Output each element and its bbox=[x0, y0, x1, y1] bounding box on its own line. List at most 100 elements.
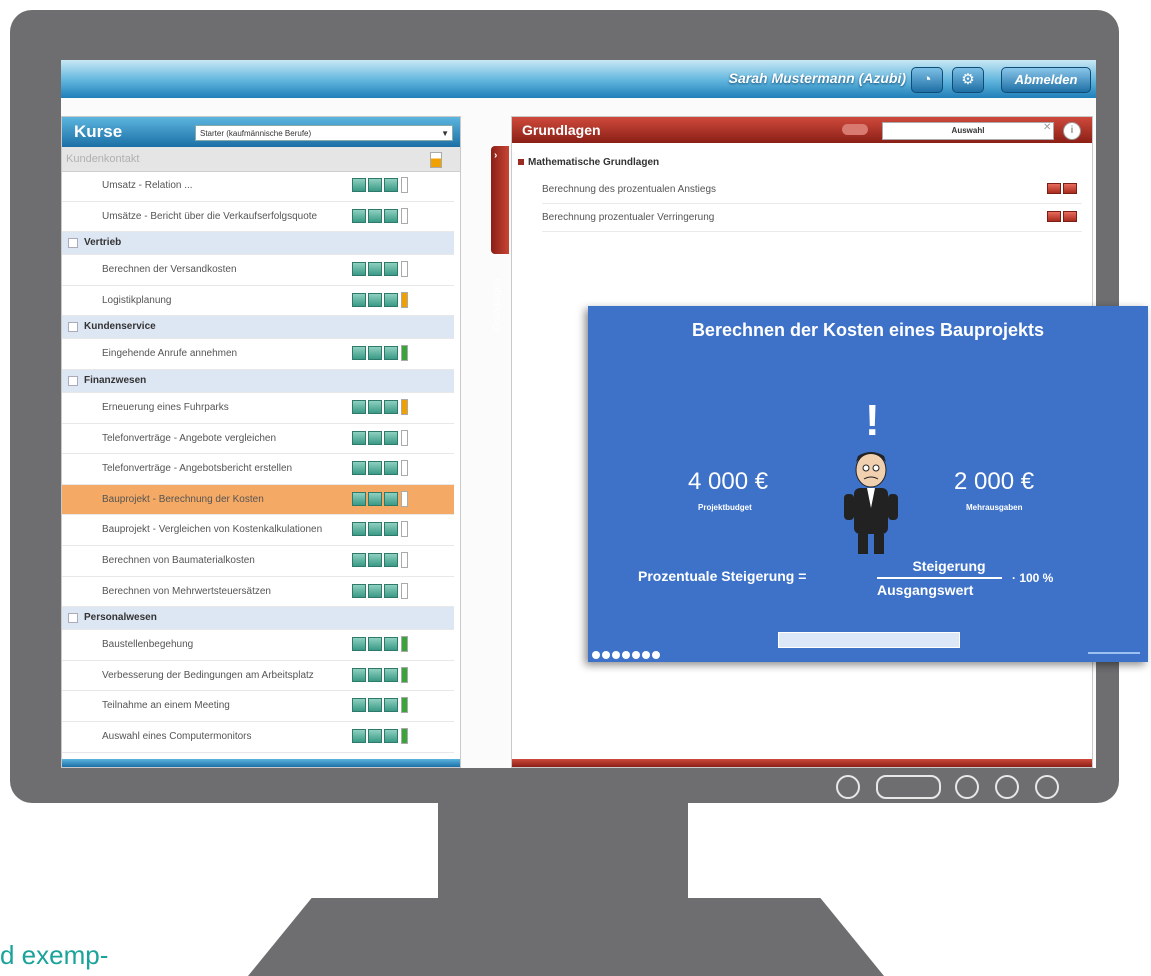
lesson-row[interactable]: Telefonverträge - Angebote vergleichen bbox=[62, 424, 454, 455]
player-control-icon[interactable] bbox=[622, 651, 630, 659]
check-icon[interactable] bbox=[384, 728, 398, 743]
edit-icon[interactable] bbox=[368, 552, 382, 567]
lesson-row[interactable]: Bauprojekt - Vergleichen von Kostenkalku… bbox=[62, 515, 454, 546]
player-control-icon[interactable] bbox=[652, 651, 660, 659]
presentation-icon[interactable] bbox=[352, 430, 366, 445]
tab-grundlagen[interactable]: › Grundlagen bbox=[491, 146, 509, 331]
status-indicator bbox=[401, 582, 408, 599]
lesson-row[interactable]: Auswahl eines Computermonitors bbox=[62, 722, 454, 753]
presentation-icon[interactable] bbox=[352, 583, 366, 598]
lesson-row[interactable]: Logistikplanung bbox=[62, 286, 454, 317]
view-toggle[interactable] bbox=[842, 124, 868, 135]
player-control-icon[interactable] bbox=[642, 651, 650, 659]
logout-button[interactable]: Abmelden bbox=[1001, 67, 1091, 93]
lesson-row[interactable]: Umsatz - Relation ... bbox=[62, 171, 454, 202]
lesson-row[interactable]: Baustellenbegehung bbox=[62, 630, 454, 661]
presentation-icon[interactable] bbox=[352, 728, 366, 743]
category-row[interactable]: Vertrieb bbox=[62, 232, 454, 256]
course-select[interactable]: Starter (kaufmännische Berufe) ▼ bbox=[195, 125, 453, 141]
check-icon[interactable] bbox=[384, 399, 398, 414]
presentation-icon[interactable] bbox=[352, 346, 366, 361]
check-icon[interactable] bbox=[384, 461, 398, 476]
edit-icon[interactable] bbox=[368, 262, 382, 277]
check-icon[interactable] bbox=[384, 583, 398, 598]
check-icon[interactable] bbox=[384, 208, 398, 223]
gear-icon[interactable]: ⚙ bbox=[952, 67, 984, 93]
edit-icon[interactable] bbox=[368, 346, 382, 361]
edit-icon[interactable] bbox=[1047, 211, 1061, 222]
expand-icon[interactable] bbox=[68, 375, 78, 386]
edit-icon[interactable] bbox=[368, 399, 382, 414]
lesson-row[interactable]: Berechnen von Baumaterialkosten bbox=[62, 546, 454, 577]
basics-item[interactable]: Berechnung prozentualer Verringerung bbox=[542, 207, 1082, 232]
category-row[interactable]: Personalwesen bbox=[62, 607, 454, 631]
expand-icon[interactable] bbox=[68, 322, 78, 333]
check-icon[interactable] bbox=[384, 346, 398, 361]
lesson-row[interactable]: Eingehende Anrufe annehmen bbox=[62, 339, 454, 370]
check-icon[interactable] bbox=[384, 667, 398, 682]
edit-icon[interactable] bbox=[368, 728, 382, 743]
slide-preview[interactable]: Berechnen der Kosten eines Bauprojekts !… bbox=[588, 306, 1148, 662]
check-icon[interactable] bbox=[384, 637, 398, 652]
lesson-row[interactable]: Berechnen von Mehrwertsteuersätzen bbox=[62, 577, 454, 608]
lesson-row[interactable]: Telefonverträge - Angebotsbericht erstel… bbox=[62, 454, 454, 485]
presentation-icon[interactable] bbox=[352, 178, 366, 192]
info-icon[interactable]: i bbox=[1063, 122, 1081, 140]
check-icon[interactable] bbox=[384, 522, 398, 537]
presentation-icon[interactable] bbox=[352, 399, 366, 414]
lesson-row[interactable]: Verbesserung der Bedingungen am Arbeitsp… bbox=[62, 661, 454, 692]
edit-icon[interactable] bbox=[368, 637, 382, 652]
edit-icon[interactable] bbox=[368, 583, 382, 598]
search-input[interactable]: Auswahl bbox=[882, 122, 1054, 140]
check-icon[interactable] bbox=[1063, 211, 1077, 222]
progress-icon bbox=[430, 152, 442, 168]
slide-controls[interactable] bbox=[592, 646, 662, 659]
clock-icon[interactable]: ◔ bbox=[911, 67, 943, 93]
basics-item[interactable]: Berechnung des prozentualen Anstiegs bbox=[542, 179, 1082, 204]
player-control-icon[interactable] bbox=[632, 651, 640, 659]
check-icon[interactable] bbox=[384, 292, 398, 307]
presentation-icon[interactable] bbox=[352, 552, 366, 567]
presentation-icon[interactable] bbox=[352, 262, 366, 277]
check-icon[interactable] bbox=[384, 262, 398, 277]
course-subheader: Kundenkontakt bbox=[62, 147, 460, 172]
expand-icon[interactable] bbox=[68, 613, 78, 624]
player-control-icon[interactable] bbox=[592, 651, 600, 659]
edit-icon[interactable] bbox=[368, 667, 382, 682]
presentation-icon[interactable] bbox=[352, 491, 366, 506]
expand-icon[interactable] bbox=[68, 238, 78, 249]
lesson-label: Umsätze - Bericht über die Verkaufserfol… bbox=[102, 210, 318, 222]
presentation-icon[interactable] bbox=[352, 461, 366, 476]
category-row[interactable]: Kundenservice bbox=[62, 316, 454, 340]
check-icon[interactable] bbox=[1063, 183, 1077, 194]
edit-icon[interactable] bbox=[1047, 183, 1061, 194]
lesson-row-selected[interactable]: Bauprojekt - Berechnung der Kosten bbox=[62, 484, 454, 516]
presentation-icon[interactable] bbox=[352, 208, 366, 223]
check-icon[interactable] bbox=[384, 491, 398, 506]
presentation-icon[interactable] bbox=[352, 522, 366, 537]
player-control-icon[interactable] bbox=[602, 651, 610, 659]
lesson-row[interactable]: Berechnen der Versandkosten bbox=[62, 255, 454, 286]
check-icon[interactable] bbox=[384, 698, 398, 713]
check-icon[interactable] bbox=[384, 552, 398, 567]
edit-icon[interactable] bbox=[368, 292, 382, 307]
edit-icon[interactable] bbox=[368, 522, 382, 537]
edit-icon[interactable] bbox=[368, 208, 382, 223]
edit-icon[interactable] bbox=[368, 491, 382, 506]
presentation-icon[interactable] bbox=[352, 698, 366, 713]
check-icon[interactable] bbox=[384, 430, 398, 445]
edit-icon[interactable] bbox=[368, 698, 382, 713]
presentation-icon[interactable] bbox=[352, 637, 366, 652]
lesson-row[interactable]: Teilnahme an einem Meeting bbox=[62, 691, 454, 722]
clear-icon[interactable]: ✕ bbox=[1043, 122, 1051, 133]
presentation-icon[interactable] bbox=[352, 292, 366, 307]
player-control-icon[interactable] bbox=[612, 651, 620, 659]
category-row[interactable]: Finanzwesen bbox=[62, 369, 454, 393]
edit-icon[interactable] bbox=[368, 430, 382, 445]
edit-icon[interactable] bbox=[368, 178, 382, 192]
presentation-icon[interactable] bbox=[352, 667, 366, 682]
edit-icon[interactable] bbox=[368, 461, 382, 476]
lesson-row[interactable]: Erneuerung eines Fuhrparks bbox=[62, 393, 454, 424]
lesson-row[interactable]: Umsätze - Bericht über die Verkaufserfol… bbox=[62, 202, 454, 233]
check-icon[interactable] bbox=[384, 178, 398, 192]
